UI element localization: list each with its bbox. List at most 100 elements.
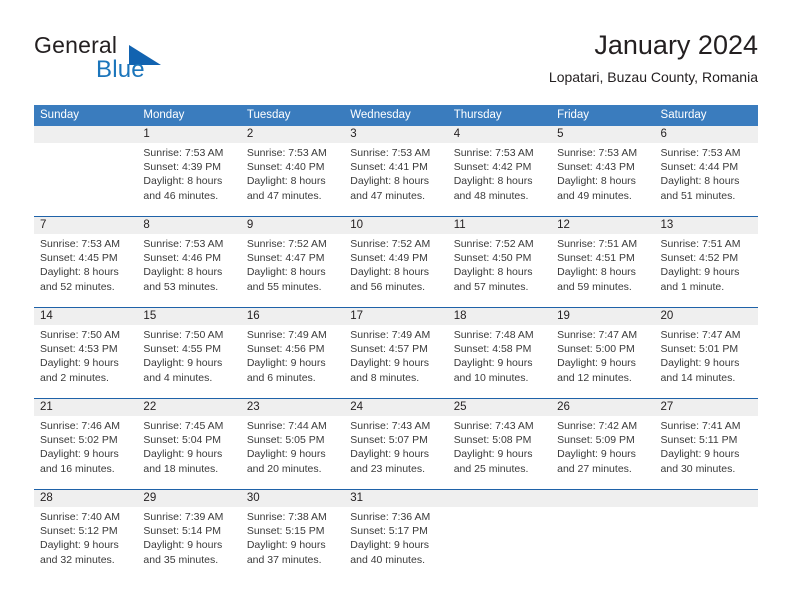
day-number-10[interactable]: 10 <box>344 217 447 234</box>
day-number-1[interactable]: 1 <box>137 126 240 143</box>
calendar-week-row: 21 22 23 24 25 26 27 Sunrise: 7:46 AM Sunset: 5:… <box>34 398 758 489</box>
day-cell-11[interactable]: Sunrise: 7:52 AM Sunset: 4:50 PM Daylight:… <box>448 234 551 307</box>
sunset-text: Sunset: 4:51 PM <box>557 252 635 265</box>
day-cell-23[interactable]: Sunrise: 7:44 AM Sunset: 5:05 PM Daylight:… <box>241 416 344 489</box>
daylight-text: Daylight: 8 hours and 46 minutes. <box>143 175 223 202</box>
day-number-7[interactable]: 7 <box>34 217 137 234</box>
day-cell-24[interactable]: Sunrise: 7:43 AM Sunset: 5:07 PM Daylight:… <box>344 416 447 489</box>
daylight-text: Daylight: 8 hours and 47 minutes. <box>350 175 430 202</box>
weekday-header-saturday: Saturday <box>660 109 707 121</box>
day-number-12[interactable]: 12 <box>551 217 654 234</box>
day-number-5[interactable]: 5 <box>551 126 654 143</box>
day-number-15[interactable]: 15 <box>137 308 240 325</box>
daylight-text: Daylight: 8 hours and 48 minutes. <box>453 175 533 202</box>
week-daynumber-strip: 21 22 23 24 25 26 27 <box>34 399 758 416</box>
day-cell-15[interactable]: Sunrise: 7:50 AM Sunset: 4:55 PM Daylight:… <box>137 325 240 398</box>
logo-text-blue: Blue <box>96 56 145 83</box>
sunrise-text: Sunrise: 7:50 AM <box>40 329 120 341</box>
day-number-31[interactable]: 31 <box>344 490 447 507</box>
day-cell-5[interactable]: Sunrise: 7:53 AM Sunset: 4:43 PM Daylight:… <box>551 143 654 216</box>
sunrise-text: Sunrise: 7:39 AM <box>143 511 224 523</box>
day-number-24[interactable]: 24 <box>344 399 447 416</box>
day-number-4[interactable]: 4 <box>448 126 551 143</box>
sunrise-text: Sunrise: 7:49 AM <box>246 329 327 341</box>
day-cell-12[interactable]: Sunrise: 7:51 AM Sunset: 4:51 PM Daylight:… <box>551 234 654 307</box>
day-cell-31[interactable]: Sunrise: 7:36 AM Sunset: 5:17 PM Daylight:… <box>344 507 447 580</box>
day-cell-1[interactable]: Sunrise: 7:53 AM Sunset: 4:39 PM Daylight:… <box>137 143 240 216</box>
day-number-21[interactable]: 21 <box>34 399 137 416</box>
day-number-22[interactable]: 22 <box>137 399 240 416</box>
day-cell-13[interactable]: Sunrise: 7:51 AM Sunset: 4:52 PM Daylight:… <box>655 234 758 307</box>
sunrise-text: Sunrise: 7:52 AM <box>453 238 534 250</box>
day-cell-22[interactable]: Sunrise: 7:45 AM Sunset: 5:04 PM Daylight:… <box>137 416 240 489</box>
day-number-8[interactable]: 8 <box>137 217 240 234</box>
day-number-6[interactable]: 6 <box>655 126 758 143</box>
day-cell-14[interactable]: Sunrise: 7:50 AM Sunset: 4:53 PM Daylight:… <box>34 325 137 398</box>
day-cell-3[interactable]: Sunrise: 7:53 AM Sunset: 4:41 PM Daylight:… <box>344 143 447 216</box>
sunset-text: Sunset: 4:40 PM <box>246 161 325 174</box>
day-cell-empty <box>551 507 654 580</box>
day-number-30[interactable]: 30 <box>241 490 344 507</box>
daylight-text: Daylight: 9 hours and 14 minutes. <box>660 357 740 384</box>
sunset-text: Sunset: 4:49 PM <box>350 252 428 265</box>
day-number-17[interactable]: 17 <box>344 308 447 325</box>
day-cell-30[interactable]: Sunrise: 7:38 AM Sunset: 5:15 PM Daylight:… <box>241 507 344 580</box>
week-detail-strip: Sunrise: 7:46 AM Sunset: 5:02 PM Daylight:… <box>34 416 758 489</box>
calendar-week-row: 7 8 9 10 11 12 13 Sunrise: 7:53 AM Sunset: 4:45 … <box>34 216 758 307</box>
day-cell-2[interactable]: Sunrise: 7:53 AM Sunset: 4:40 PM Daylight:… <box>241 143 344 216</box>
day-cell-18[interactable]: Sunrise: 7:48 AM Sunset: 4:58 PM Daylight:… <box>448 325 551 398</box>
sunrise-text: Sunrise: 7:53 AM <box>453 147 534 159</box>
day-number-empty <box>448 490 551 507</box>
day-number-16[interactable]: 16 <box>241 308 344 325</box>
day-number-14[interactable]: 14 <box>34 308 137 325</box>
day-number-27[interactable]: 27 <box>655 399 758 416</box>
day-cell-empty <box>448 507 551 580</box>
day-cell-29[interactable]: Sunrise: 7:39 AM Sunset: 5:14 PM Daylight:… <box>137 507 240 580</box>
day-cell-25[interactable]: Sunrise: 7:43 AM Sunset: 5:08 PM Daylight:… <box>448 416 551 489</box>
day-number-3[interactable]: 3 <box>344 126 447 143</box>
day-number-29[interactable]: 29 <box>137 490 240 507</box>
title-block: January 2024 Lopatari, Buzau County, Rom… <box>549 28 758 87</box>
day-cell-17[interactable]: Sunrise: 7:49 AM Sunset: 4:57 PM Daylight:… <box>344 325 447 398</box>
daylight-text: Daylight: 9 hours and 27 minutes. <box>557 448 636 475</box>
day-cell-6[interactable]: Sunrise: 7:53 AM Sunset: 4:44 PM Daylight:… <box>655 143 758 216</box>
daylight-text: Daylight: 9 hours and 30 minutes. <box>660 448 740 475</box>
day-cell-20[interactable]: Sunrise: 7:47 AM Sunset: 5:01 PM Daylight:… <box>655 325 758 398</box>
week-detail-strip: Sunrise: 7:40 AM Sunset: 5:12 PM Daylight:… <box>34 507 758 580</box>
day-number-empty <box>655 490 758 507</box>
day-number-20[interactable]: 20 <box>655 308 758 325</box>
day-number-18[interactable]: 18 <box>448 308 551 325</box>
day-cell-27[interactable]: Sunrise: 7:41 AM Sunset: 5:11 PM Daylight:… <box>655 416 758 489</box>
day-cell-10[interactable]: Sunrise: 7:52 AM Sunset: 4:49 PM Daylight:… <box>344 234 447 307</box>
sunset-text: Sunset: 4:56 PM <box>246 343 325 356</box>
day-number-13[interactable]: 13 <box>655 217 758 234</box>
sunset-text: Sunset: 4:45 PM <box>40 252 118 265</box>
day-cell-9[interactable]: Sunrise: 7:52 AM Sunset: 4:47 PM Daylight:… <box>241 234 344 307</box>
day-cell-26[interactable]: Sunrise: 7:42 AM Sunset: 5:09 PM Daylight:… <box>551 416 654 489</box>
weekday-header-row: Sunday Monday Tuesday Wednesday Thursday Frid… <box>34 105 758 126</box>
general-blue-logo[interactable]: General Blue <box>34 32 274 88</box>
day-cell-19[interactable]: Sunrise: 7:47 AM Sunset: 5:00 PM Daylight:… <box>551 325 654 398</box>
daylight-text: Daylight: 8 hours and 57 minutes. <box>453 266 533 293</box>
day-number-28[interactable]: 28 <box>34 490 137 507</box>
day-cell-21[interactable]: Sunrise: 7:46 AM Sunset: 5:02 PM Daylight:… <box>34 416 137 489</box>
day-number-11[interactable]: 11 <box>448 217 551 234</box>
day-cell-28[interactable]: Sunrise: 7:40 AM Sunset: 5:12 PM Daylight:… <box>34 507 137 580</box>
week-daynumber-strip: 123456 <box>34 126 758 143</box>
day-cell-16[interactable]: Sunrise: 7:49 AM Sunset: 4:56 PM Daylight:… <box>241 325 344 398</box>
day-number-25[interactable]: 25 <box>448 399 551 416</box>
daylight-text: Daylight: 9 hours and 8 minutes. <box>350 357 430 384</box>
day-number-2[interactable]: 2 <box>241 126 344 143</box>
day-cell-7[interactable]: Sunrise: 7:53 AM Sunset: 4:45 PM Daylight:… <box>34 234 137 307</box>
day-number-26[interactable]: 26 <box>551 399 654 416</box>
sunset-text: Sunset: 4:57 PM <box>350 343 428 356</box>
sunset-text: Sunset: 5:08 PM <box>453 434 532 447</box>
day-cell-4[interactable]: Sunrise: 7:53 AM Sunset: 4:42 PM Daylight:… <box>448 143 551 216</box>
day-number-23[interactable]: 23 <box>241 399 344 416</box>
daylight-text: Daylight: 8 hours and 52 minutes. <box>40 266 119 293</box>
day-number-9[interactable]: 9 <box>241 217 344 234</box>
page-subtitle: Lopatari, Buzau County, Romania <box>548 69 758 85</box>
sunset-text: Sunset: 4:43 PM <box>557 161 635 174</box>
day-cell-8[interactable]: Sunrise: 7:53 AM Sunset: 4:46 PM Daylight:… <box>137 234 240 307</box>
day-number-19[interactable]: 19 <box>551 308 654 325</box>
